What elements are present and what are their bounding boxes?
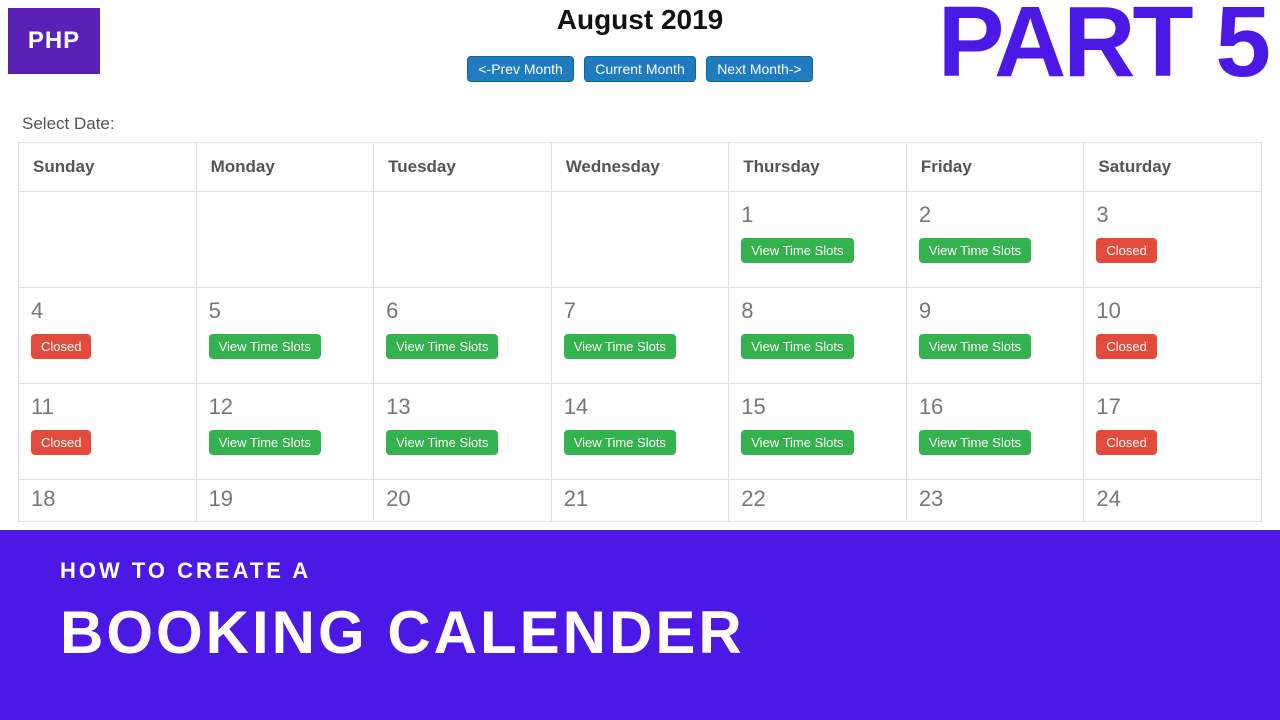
view-time-slots-button[interactable]: View Time Slots [741, 238, 853, 263]
calendar-cell: 12 View Time Slots [196, 384, 374, 480]
prev-month-button[interactable]: <-Prev Month [467, 56, 573, 82]
calendar-row: 18 19 20 21 22 23 24 [19, 480, 1262, 522]
overlay-kicker: HOW TO CREATE A [60, 558, 1220, 584]
day-header: Monday [196, 143, 374, 192]
calendar-cell: 9 View Time Slots [906, 288, 1084, 384]
current-month-button[interactable]: Current Month [584, 56, 695, 82]
day-number: 13 [386, 394, 539, 420]
view-time-slots-button[interactable]: View Time Slots [386, 334, 498, 359]
calendar-cell: 22 [729, 480, 907, 522]
calendar-row: 1 View Time Slots 2 View Time Slots 3 Closed [19, 192, 1262, 288]
calendar-cell [551, 192, 729, 288]
overlay-headline: BOOKING CALENDER [60, 598, 1220, 667]
day-header: Saturday [1084, 143, 1262, 192]
day-number: 3 [1096, 202, 1249, 228]
day-number: 12 [209, 394, 362, 420]
calendar-cell: 1 View Time Slots [729, 192, 907, 288]
calendar-cell [19, 192, 197, 288]
calendar-cell [196, 192, 374, 288]
calendar-row: 4Closed5View Time Slots6View Time Slots7… [19, 288, 1262, 384]
day-number: 5 [209, 298, 362, 324]
closed-badge: Closed [31, 430, 91, 455]
view-time-slots-button[interactable]: View Time Slots [919, 334, 1031, 359]
calendar-cell: 6 View Time Slots [374, 288, 552, 384]
day-number: 17 [1096, 394, 1249, 420]
closed-badge: Closed [31, 334, 91, 359]
calendar-cell: 18 [19, 480, 197, 522]
day-number: 21 [564, 486, 717, 512]
day-number: 15 [741, 394, 894, 420]
day-number: 10 [1096, 298, 1249, 324]
view-time-slots-button[interactable]: View Time Slots [741, 430, 853, 455]
calendar-cell: 16 View Time Slots [906, 384, 1084, 480]
part-label: PART 5 [938, 0, 1268, 85]
calendar-header-row: Sunday Monday Tuesday Wednesday Thursday… [19, 143, 1262, 192]
select-date-label: Select Date: [22, 114, 115, 134]
calendar-cell: 3 Closed [1084, 192, 1262, 288]
day-number: 1 [741, 202, 894, 228]
view-time-slots-button[interactable]: View Time Slots [564, 430, 676, 455]
day-number: 22 [741, 486, 894, 512]
calendar-cell: 11 Closed [19, 384, 197, 480]
day-number: 14 [564, 394, 717, 420]
calendar-cell: 19 [196, 480, 374, 522]
closed-badge: Closed [1096, 430, 1156, 455]
calendar-cell: 21 [551, 480, 729, 522]
day-number: 4 [31, 298, 184, 324]
day-number: 24 [1096, 486, 1249, 512]
view-time-slots-button[interactable]: View Time Slots [919, 430, 1031, 455]
day-number: 6 [386, 298, 539, 324]
day-number: 16 [919, 394, 1072, 420]
calendar-cell: 15 View Time Slots [729, 384, 907, 480]
view-time-slots-button[interactable]: View Time Slots [209, 430, 321, 455]
day-number: 11 [31, 394, 184, 420]
day-header: Wednesday [551, 143, 729, 192]
calendar-cell: 17 Closed [1084, 384, 1262, 480]
view-time-slots-button[interactable]: View Time Slots [564, 334, 676, 359]
calendar-cell [374, 192, 552, 288]
next-month-button[interactable]: Next Month-> [706, 56, 812, 82]
calendar-cell: 13 View Time Slots [374, 384, 552, 480]
closed-badge: Closed [1096, 334, 1156, 359]
calendar-cell: 5 View Time Slots [196, 288, 374, 384]
calendar-cell: 10 Closed [1084, 288, 1262, 384]
calendar-cell: 7 View Time Slots [551, 288, 729, 384]
day-number: 8 [741, 298, 894, 324]
day-number: 19 [209, 486, 362, 512]
day-header: Thursday [729, 143, 907, 192]
calendar-table: Sunday Monday Tuesday Wednesday Thursday… [18, 142, 1262, 522]
day-number: 9 [919, 298, 1072, 324]
calendar-row: 11 Closed 12 View Time Slots 13 View Time Slo… [19, 384, 1262, 480]
day-header: Sunday [19, 143, 197, 192]
calendar-cell: 8 View Time Slots [729, 288, 907, 384]
view-time-slots-button[interactable]: View Time Slots [919, 238, 1031, 263]
day-number: 7 [564, 298, 717, 324]
day-number: 23 [919, 486, 1072, 512]
closed-badge: Closed [1096, 238, 1156, 263]
day-number: 18 [31, 486, 184, 512]
view-time-slots-button[interactable]: View Time Slots [209, 334, 321, 359]
calendar-cell: 24 [1084, 480, 1262, 522]
calendar-cell: 14 View Time Slots [551, 384, 729, 480]
day-header: Friday [906, 143, 1084, 192]
calendar-cell: 20 [374, 480, 552, 522]
view-time-slots-button[interactable]: View Time Slots [741, 334, 853, 359]
view-time-slots-button[interactable]: View Time Slots [386, 430, 498, 455]
day-number: 20 [386, 486, 539, 512]
title-overlay: HOW TO CREATE A BOOKING CALENDER [0, 530, 1280, 720]
calendar-cell: 4 Closed [19, 288, 197, 384]
day-number: 2 [919, 202, 1072, 228]
calendar-cell: 2 View Time Slots [906, 192, 1084, 288]
day-header: Tuesday [374, 143, 552, 192]
calendar-cell: 23 [906, 480, 1084, 522]
